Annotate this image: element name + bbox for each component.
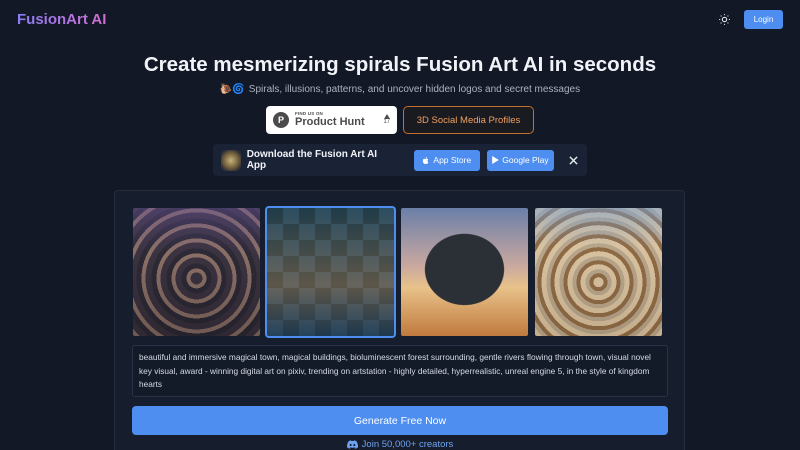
app-download-bar: Download the Fusion Art AI App App Store… [213,144,587,176]
app-store-button[interactable]: App Store [413,149,481,171]
social-profiles-button[interactable]: 3D Social Media Profiles [403,106,534,134]
app-store-label: App Store [433,155,472,165]
top-nav: FusionArt AI Login [0,0,800,38]
hero-subtitle-text: Spirals, illusions, patterns, and uncove… [248,84,581,95]
discord-icon [346,440,358,449]
snail-spiral-emoji: 🐌🌀 [219,84,245,95]
close-icon[interactable] [568,154,579,166]
badge-row: P FIND US ON Product Hunt 17 3D Social M… [0,106,800,134]
product-hunt-badge[interactable]: P FIND US ON Product Hunt 17 [266,106,397,134]
prompt-input[interactable]: beautiful and immersive magical town, ma… [132,345,668,397]
product-hunt-text: FIND US ON Product Hunt [295,111,365,129]
example-image-spiral-town[interactable] [133,208,260,336]
google-play-button[interactable]: Google Play [487,149,554,171]
example-image-floating-rock-bird[interactable] [401,208,528,336]
product-hunt-logo-icon: P [273,112,289,128]
example-image-checker-forest-town[interactable] [265,206,396,338]
logo[interactable]: FusionArt AI [17,11,106,28]
generate-button[interactable]: Generate Free Now [132,406,668,435]
page-title: Create mesmerizing spirals Fusion Art AI… [143,53,657,76]
sun-icon[interactable] [716,11,732,27]
discord-link[interactable]: Join 50,000+ creators [0,439,800,450]
app-download-label: Download the Fusion Art AI App [246,149,378,171]
nav-actions: Login [716,9,783,29]
example-image-spiral-castle[interactable] [535,208,662,336]
google-play-label: Google Play [502,155,549,165]
apple-icon [423,156,429,164]
play-icon [492,156,500,164]
example-gallery [133,206,667,338]
hero-subtitle: 🐌🌀 Spirals, illusions, patterns, and unco… [0,84,800,95]
app-logo-icon [221,149,241,171]
discord-label: Join 50,000+ creators [361,439,454,450]
product-hunt-votes: 17 [383,114,390,126]
vote-count: 17 [383,119,390,126]
product-hunt-name: Product Hunt [295,116,365,129]
login-button[interactable]: Login [744,9,783,29]
